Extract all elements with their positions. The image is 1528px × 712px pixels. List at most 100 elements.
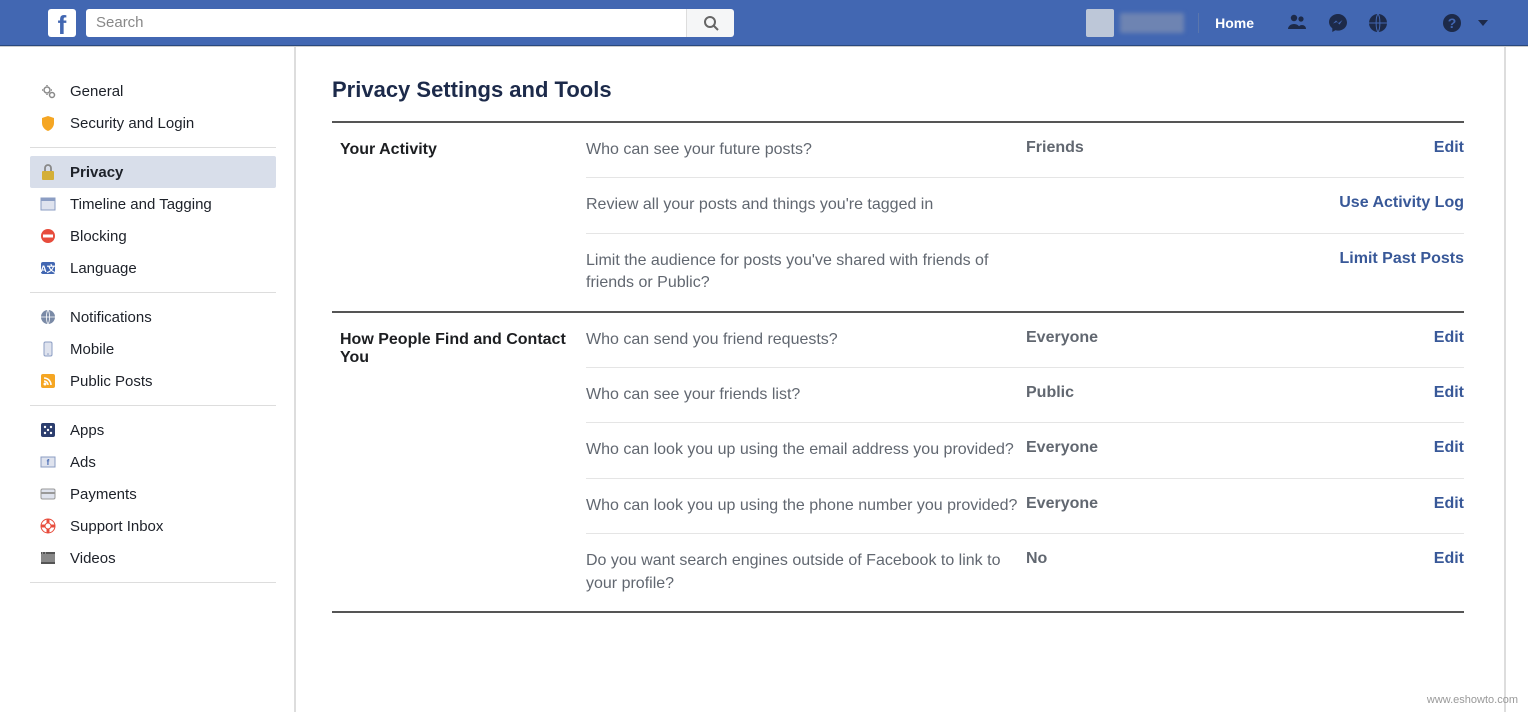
row-value: Everyone <box>1026 329 1246 347</box>
section-rows: Who can send you friend requests?Everyon… <box>586 313 1464 611</box>
settings-row: Review all your posts and things you're … <box>586 178 1464 233</box>
row-value: Everyone <box>1026 439 1246 457</box>
row-label: Who can see your friends list? <box>586 384 1026 406</box>
friend-requests-icon[interactable] <box>1286 11 1310 35</box>
sidebar-group: Privacy Timeline and Tagging Blocking Langu… <box>30 148 276 293</box>
sidebar-item-general[interactable]: General <box>30 75 276 107</box>
settings-row: Who can see your friends list?Public Edit <box>586 368 1464 423</box>
sidebar-item-videos[interactable]: Videos <box>30 542 276 574</box>
sidebar-group: Apps Ads Payments Support Inbox Videos <box>30 406 276 583</box>
sidebar-item-language[interactable]: Language <box>30 252 276 284</box>
sidebar-item-apps[interactable]: Apps <box>30 414 276 446</box>
row-action-link[interactable]: Edit <box>1434 439 1464 457</box>
card-icon <box>38 484 58 504</box>
search-form <box>86 9 734 37</box>
settings-row: Do you want search engines outside of Fa… <box>586 534 1464 611</box>
row-action-link[interactable]: Edit <box>1434 139 1464 157</box>
sidebar-item-label: General <box>70 83 123 100</box>
row-action-link[interactable]: Limit Past Posts <box>1340 250 1464 268</box>
row-label: Do you want search engines outside of Fa… <box>586 550 1026 595</box>
sidebar-item-public-posts[interactable]: Public Posts <box>30 365 276 397</box>
row-value: Public <box>1026 384 1246 402</box>
username <box>1120 13 1184 33</box>
sidebar-item-label: Public Posts <box>70 373 153 390</box>
apps-icon <box>38 420 58 440</box>
search-input[interactable] <box>86 9 686 37</box>
sidebar-item-payments[interactable]: Payments <box>30 478 276 510</box>
sidebar-item-label: Ads <box>70 454 96 471</box>
settings-section: How People Find and Contact YouWho can s… <box>332 313 1464 613</box>
sidebar-item-label: Support Inbox <box>70 518 163 535</box>
sidebar-group: General Security and Login <box>30 75 276 148</box>
sidebar-item-mobile[interactable]: Mobile <box>30 333 276 365</box>
settings-row: Who can see your future posts?Friends Edi… <box>586 123 1464 178</box>
sidebar-item-label: Security and Login <box>70 115 194 132</box>
sidebar-item-support-inbox[interactable]: Support Inbox <box>30 510 276 542</box>
notification-icons <box>1286 11 1390 35</box>
lifebuoy-icon <box>38 516 58 536</box>
row-action-link[interactable]: Edit <box>1434 550 1464 568</box>
help-icon[interactable] <box>1440 11 1464 35</box>
mobile-icon <box>38 339 58 359</box>
page-title: Privacy Settings and Tools <box>332 77 1464 123</box>
settings-row: Who can send you friend requests?Everyon… <box>586 313 1464 368</box>
profile-link[interactable] <box>1076 0 1194 45</box>
watermark: www.eshowto.com <box>1427 694 1518 706</box>
topbar: f Home <box>0 0 1528 46</box>
row-action-link[interactable]: Edit <box>1434 329 1464 347</box>
sidebar-item-security-and-login[interactable]: Security and Login <box>30 107 276 139</box>
sidebar-group: Notifications Mobile Public Posts <box>30 293 276 406</box>
sidebar-item-label: Language <box>70 260 137 277</box>
home-link[interactable]: Home <box>1203 0 1266 45</box>
globe-icon <box>38 307 58 327</box>
row-label: Review all your posts and things you're … <box>586 194 1026 216</box>
row-label: Who can send you friend requests? <box>586 329 1026 351</box>
lock-icon <box>38 162 58 182</box>
sidebar-item-label: Timeline and Tagging <box>70 196 212 213</box>
facebook-logo[interactable]: f <box>48 9 76 37</box>
divider <box>1198 13 1199 33</box>
settings-row: Who can look you up using the email addr… <box>586 423 1464 478</box>
sidebar-item-label: Mobile <box>70 341 114 358</box>
row-action-link[interactable]: Use Activity Log <box>1339 194 1464 212</box>
settings-section: Your ActivityWho can see your future pos… <box>332 123 1464 313</box>
sidebar-item-notifications[interactable]: Notifications <box>30 301 276 333</box>
messenger-icon[interactable] <box>1326 11 1350 35</box>
row-action-link[interactable]: Edit <box>1434 384 1464 402</box>
sidebar-item-label: Blocking <box>70 228 127 245</box>
section-label: Your Activity <box>332 123 586 311</box>
search-icon <box>703 15 719 31</box>
sidebar-item-blocking[interactable]: Blocking <box>30 220 276 252</box>
section-rows: Who can see your future posts?Friends Edi… <box>586 123 1464 311</box>
help-menu <box>1440 11 1488 35</box>
sidebar-item-privacy[interactable]: Privacy <box>30 156 276 188</box>
sidebar-item-ads[interactable]: Ads <box>30 446 276 478</box>
notifications-icon[interactable] <box>1366 11 1390 35</box>
settings-row: Who can look you up using the phone numb… <box>586 479 1464 534</box>
sidebar-item-label: Apps <box>70 422 104 439</box>
blocked-icon <box>38 226 58 246</box>
content-area: Privacy Settings and Tools Your Activity… <box>296 47 1506 712</box>
window-icon <box>38 194 58 214</box>
row-action-link[interactable]: Edit <box>1434 495 1464 513</box>
settings-row: Limit the audience for posts you've shar… <box>586 234 1464 311</box>
row-label: Who can see your future posts? <box>586 139 1026 161</box>
settings-sidebar: General Security and Login Privacy Timeline… <box>0 47 296 712</box>
row-value: Friends <box>1026 139 1246 157</box>
sidebar-item-label: Privacy <box>70 164 123 181</box>
row-label: Who can look you up using the phone numb… <box>586 495 1026 517</box>
sidebar-item-timeline-and-tagging[interactable]: Timeline and Tagging <box>30 188 276 220</box>
row-label: Who can look you up using the email addr… <box>586 439 1026 461</box>
main-layout: General Security and Login Privacy Timeline… <box>0 46 1528 712</box>
sidebar-item-label: Videos <box>70 550 116 567</box>
avatar <box>1086 9 1114 37</box>
section-label: How People Find and Contact You <box>332 313 586 611</box>
sidebar-item-label: Notifications <box>70 309 152 326</box>
gears-icon <box>38 81 58 101</box>
shield-icon <box>38 113 58 133</box>
film-icon <box>38 548 58 568</box>
account-menu-caret-icon[interactable] <box>1478 20 1488 26</box>
ads-icon <box>38 452 58 472</box>
row-value: Everyone <box>1026 495 1246 513</box>
search-button[interactable] <box>686 9 734 37</box>
